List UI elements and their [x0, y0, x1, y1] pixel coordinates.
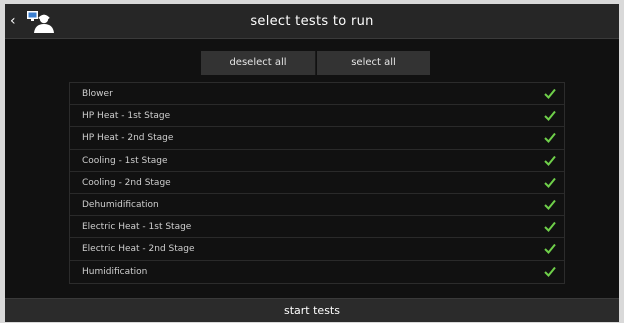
list-item[interactable]: Humidification [70, 261, 564, 283]
header-bar: ‹ select tests to run [5, 4, 619, 39]
checkmark-icon [544, 133, 556, 144]
test-label: HP Heat - 2nd Stage [82, 133, 174, 144]
checkmark-icon [544, 244, 556, 255]
checkmark-icon [544, 199, 556, 210]
list-item[interactable]: Dehumidification [70, 194, 564, 217]
checkmark-icon [544, 177, 556, 188]
list-item[interactable]: HP Heat - 1st Stage [70, 105, 564, 128]
test-label: Cooling - 1st Stage [82, 155, 168, 166]
test-label: Humidification [82, 266, 148, 277]
test-label: HP Heat - 1st Stage [82, 111, 171, 122]
app-frame: ‹ select tests to run deselect all selec… [5, 4, 619, 322]
list-item[interactable]: Electric Heat - 2nd Stage [70, 238, 564, 261]
list-item[interactable]: Cooling - 1st Stage [70, 150, 564, 172]
test-list: Blower HP Heat - 1st Stage HP Heat - 2nd… [69, 82, 565, 284]
deselect-all-button[interactable]: deselect all [201, 51, 316, 75]
test-label: Electric Heat - 2nd Stage [82, 244, 195, 255]
checkmark-icon [544, 266, 556, 277]
select-all-button[interactable]: select all [317, 51, 430, 75]
checkmark-icon [544, 221, 556, 233]
list-item[interactable]: HP Heat - 2nd Stage [70, 127, 564, 150]
checkmark-icon [544, 88, 556, 99]
start-tests-button[interactable]: start tests [5, 298, 619, 322]
list-item[interactable]: Blower [70, 83, 564, 106]
test-label: Cooling - 2nd Stage [82, 177, 171, 188]
test-label: Blower [82, 89, 113, 99]
checkmark-icon [544, 155, 556, 166]
list-item[interactable]: Electric Heat - 1st Stage [70, 216, 564, 239]
list-item[interactable]: Cooling - 2nd Stage [70, 172, 564, 194]
page-title: select tests to run [250, 14, 374, 29]
checkmark-icon [544, 111, 556, 122]
test-label: Electric Heat - 1st Stage [82, 222, 192, 233]
test-label: Dehumidification [82, 199, 159, 210]
